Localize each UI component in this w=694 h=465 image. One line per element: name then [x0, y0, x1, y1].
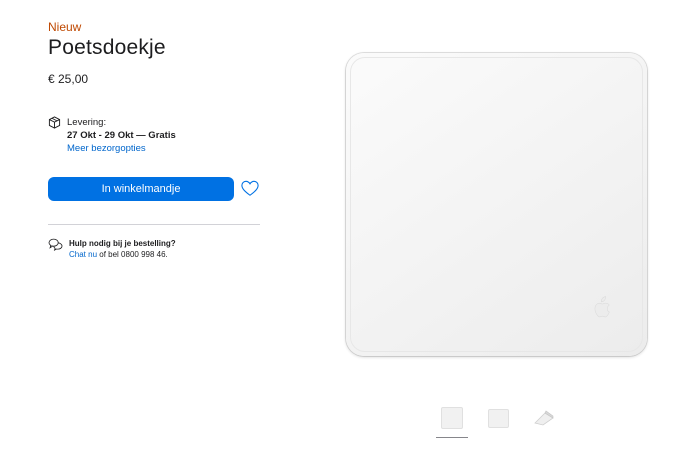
chat-bubbles-icon [48, 238, 63, 260]
delivery-dates: 27 Okt - 29 Okt — Gratis [67, 130, 176, 141]
product-price: € 25,00 [48, 72, 89, 86]
apple-logo-icon [591, 296, 611, 325]
more-delivery-options-link[interactable]: Meer bezorgopties [67, 142, 176, 155]
thumbnail-strip [436, 403, 560, 438]
delivery-label: Levering: [67, 117, 107, 128]
help-section: Hulp nodig bij je bestelling? Chat nu of… [48, 238, 176, 260]
new-badge: Nieuw [48, 20, 82, 34]
help-phone-text: of bel 0800 998 46. [97, 250, 168, 259]
chat-now-link[interactable]: Chat nu [69, 250, 97, 259]
product-title: Poetsdoekje [48, 36, 166, 59]
box-icon [48, 116, 61, 155]
help-title: Hulp nodig bij je bestelling? [69, 239, 176, 248]
product-page: Nieuw Poetsdoekje € 25,00 Levering: 27 O… [0, 0, 694, 465]
thumbnail-folded-cloth[interactable] [436, 403, 468, 438]
add-to-bag-button[interactable]: In winkelmandje [48, 177, 234, 201]
heart-icon[interactable] [241, 180, 259, 202]
thumbnail-flat-cloth[interactable] [482, 403, 514, 433]
divider [48, 224, 260, 225]
thumbnail-angled-cloth[interactable] [528, 403, 560, 433]
delivery-info: Levering: 27 Okt - 29 Okt — Gratis Meer … [48, 116, 176, 155]
